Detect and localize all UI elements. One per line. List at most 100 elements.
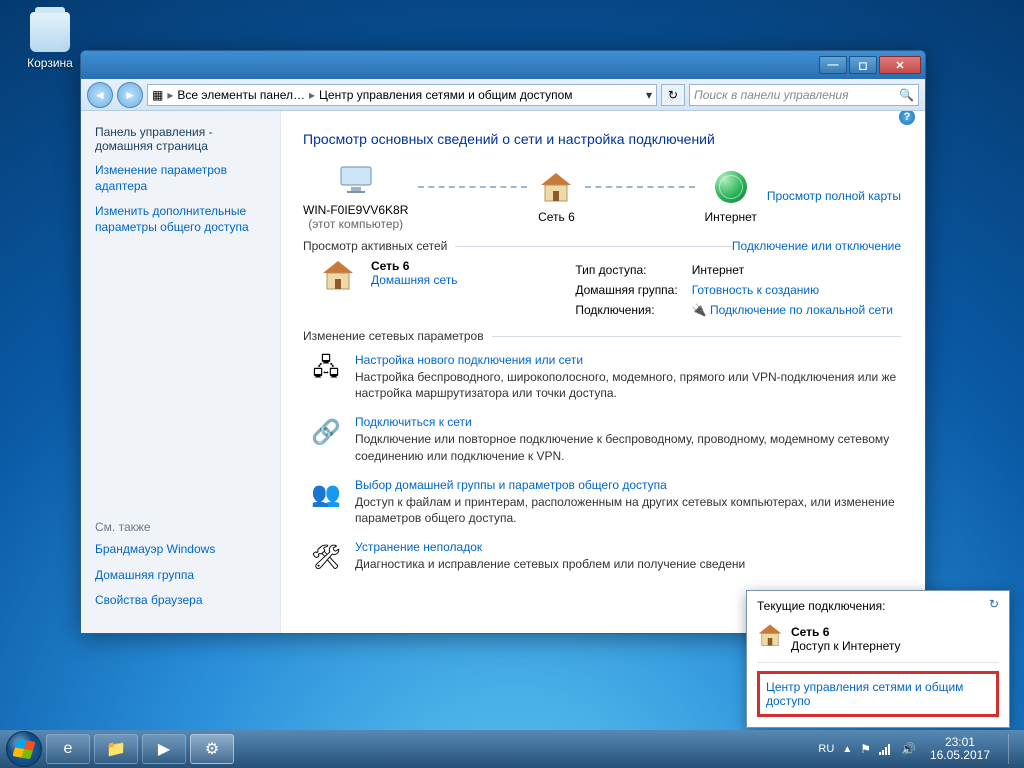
control-panel-window: — ◻ ✕ ◄ ► ▦ ▸ Все элементы панел… ▸ Цент… [80, 50, 926, 634]
prop-label: Домашняя группа: [569, 281, 683, 299]
search-input[interactable]: Поиск в панели управления 🔍 [689, 84, 919, 106]
chevron-right-icon: ▸ [167, 88, 173, 102]
taskbar-explorer-icon[interactable]: 📁 [94, 734, 138, 764]
date: 16.05.2017 [930, 749, 990, 762]
homegroup-sharing-link[interactable]: Выбор домашней группы и параметров общег… [355, 478, 901, 492]
help-icon[interactable]: ? [899, 111, 915, 125]
maximize-button[interactable]: ◻ [849, 56, 877, 74]
node-network[interactable]: Сеть 6 [537, 168, 575, 224]
network-name: Сеть 6 [371, 259, 457, 273]
search-icon[interactable]: 🔍 [899, 88, 914, 102]
settings-item: 🛠 Устранение неполадок Диагностика и исп… [309, 540, 901, 574]
settings-item: 🔗 Подключиться к сети Подключение или по… [309, 415, 901, 463]
taskbar: e 📁 ▶ ⚙ RU ▲ ⚑ 🔊 23:01 16.05.2017 [0, 730, 1024, 768]
computer-icon [337, 161, 375, 199]
connect-disconnect-link[interactable]: Подключение или отключение [732, 239, 901, 253]
refresh-button[interactable]: ↻ [661, 84, 685, 106]
network-type-link[interactable]: Домашняя сеть [371, 273, 457, 287]
breadcrumb-seg[interactable]: Центр управления сетями и общим доступом [319, 88, 573, 102]
network-flyout: Текущие подключения: ↻ Сеть 6 Доступ к И… [746, 590, 1010, 728]
forward-button[interactable]: ► [117, 82, 143, 108]
see-also-firewall[interactable]: Брандмауэр Windows [95, 542, 266, 558]
volume-icon[interactable]: 🔊 [901, 742, 916, 756]
house-icon [757, 623, 783, 654]
refresh-icon[interactable]: ↻ [989, 597, 999, 611]
page-title: Просмотр основных сведений о сети и наст… [303, 131, 901, 147]
node-internet[interactable]: Интернет [705, 168, 757, 224]
new-connection-link[interactable]: Настройка нового подключения или сети [355, 353, 901, 367]
show-desktop-button[interactable] [1008, 734, 1018, 764]
network-map: WIN-F0IE9VV6K8R (этот компьютер) Сеть 6 … [303, 161, 901, 231]
search-placeholder: Поиск в панели управления [694, 88, 849, 102]
control-panel-icon: ▦ [152, 88, 163, 102]
breadcrumb-seg[interactable]: Все элементы панел… [177, 88, 305, 102]
active-network: Сеть 6 Домашняя сеть Тип доступа: Интерн… [321, 259, 901, 321]
settings-item: 👥 Выбор домашней группы и параметров общ… [309, 478, 901, 526]
section-active-nets: Просмотр активных сетей [303, 239, 447, 253]
prop-label: Тип доступа: [569, 261, 683, 279]
sidebar-link-sharing[interactable]: Изменить дополнительные параметры общего… [95, 204, 266, 235]
taskbar-wmp-icon[interactable]: ▶ [142, 734, 186, 764]
back-button[interactable]: ◄ [87, 82, 113, 108]
tray-overflow-icon[interactable]: ▲ [842, 744, 852, 755]
connection-entry[interactable]: Сеть 6 Доступ к Интернету [757, 619, 999, 663]
connect-network-link[interactable]: Подключиться к сети [355, 415, 901, 429]
globe-icon [712, 168, 750, 206]
homegroup-link[interactable]: Готовность к созданию [692, 283, 819, 297]
flyout-net-status: Доступ к Интернету [791, 639, 900, 653]
action-center-icon[interactable]: ⚑ [860, 742, 871, 756]
prop-label: Подключения: [569, 301, 683, 319]
language-indicator[interactable]: RU [818, 743, 834, 755]
desktop: Корзина — ◻ ✕ ◄ ► ▦ ▸ Все элементы панел… [0, 0, 1024, 768]
item-desc: Подключение или повторное подключение к … [355, 431, 901, 463]
house-icon [537, 168, 575, 206]
full-map-link[interactable]: Просмотр полной карты [767, 189, 901, 203]
recycle-bin-icon[interactable]: Корзина [20, 12, 80, 70]
item-desc: Доступ к файлам и принтерам, расположенн… [355, 494, 901, 526]
connect-icon: 🔗 [309, 415, 343, 449]
flyout-heading: Текущие подключения: [757, 599, 885, 613]
node-label: WIN-F0IE9VV6K8R [303, 203, 408, 217]
see-also-homegroup[interactable]: Домашняя группа [95, 568, 266, 584]
network-properties: Тип доступа: Интернет Домашняя группа: Г… [567, 259, 901, 321]
chevron-right-icon: ▸ [309, 88, 315, 102]
node-this-pc[interactable]: WIN-F0IE9VV6K8R (этот компьютер) [303, 161, 408, 231]
clock[interactable]: 23:01 16.05.2017 [924, 736, 996, 762]
sidebar-link-adapter[interactable]: Изменение параметров адаптера [95, 163, 266, 194]
dropdown-icon[interactable]: ▾ [646, 88, 652, 102]
recycle-bin-label: Корзина [20, 56, 80, 70]
flyout-net-name: Сеть 6 [791, 625, 900, 639]
settings-item: 🖧 Настройка нового подключения или сети … [309, 353, 901, 401]
trash-icon [30, 12, 70, 52]
node-sublabel: (этот компьютер) [303, 217, 408, 231]
taskbar-control-panel[interactable]: ⚙ [190, 734, 234, 764]
troubleshoot-link[interactable]: Устранение неполадок [355, 540, 745, 554]
see-also-browser[interactable]: Свойства браузера [95, 593, 266, 609]
divider [492, 336, 901, 337]
minimize-button[interactable]: — [819, 56, 847, 74]
system-tray: RU ▲ ⚑ 🔊 23:01 16.05.2017 [818, 734, 1018, 764]
network-tray-icon[interactable] [879, 743, 893, 755]
see-also-label: См. также [95, 520, 266, 534]
close-button[interactable]: ✕ [879, 56, 921, 74]
homegroup-icon: 👥 [309, 478, 343, 512]
taskbar-ie-icon[interactable]: e [46, 734, 90, 764]
new-connection-icon: 🖧 [309, 353, 343, 387]
prop-value: Интернет [686, 261, 899, 279]
connection-line [585, 186, 694, 188]
node-label: Сеть 6 [537, 210, 575, 224]
content-area: ? Просмотр основных сведений о сети и на… [281, 111, 925, 633]
address-bar: ◄ ► ▦ ▸ Все элементы панел… ▸ Центр упра… [81, 79, 925, 111]
nic-icon: 🔌 [692, 303, 707, 317]
start-button[interactable] [6, 731, 42, 767]
node-label: Интернет [705, 210, 757, 224]
house-icon [321, 259, 355, 321]
connection-link[interactable]: Подключение по локальной сети [710, 303, 893, 317]
titlebar[interactable]: — ◻ ✕ [81, 51, 925, 79]
breadcrumb[interactable]: ▦ ▸ Все элементы панел… ▸ Центр управлен… [147, 84, 657, 106]
item-desc: Настройка беспроводного, широкополосного… [355, 369, 901, 401]
network-center-link[interactable]: Центр управления сетями и общим доступо [757, 671, 999, 717]
divider [455, 246, 732, 247]
sidebar-heading[interactable]: Панель управления - домашняя страница [95, 125, 266, 153]
item-desc: Диагностика и исправление сетевых пробле… [355, 556, 745, 572]
